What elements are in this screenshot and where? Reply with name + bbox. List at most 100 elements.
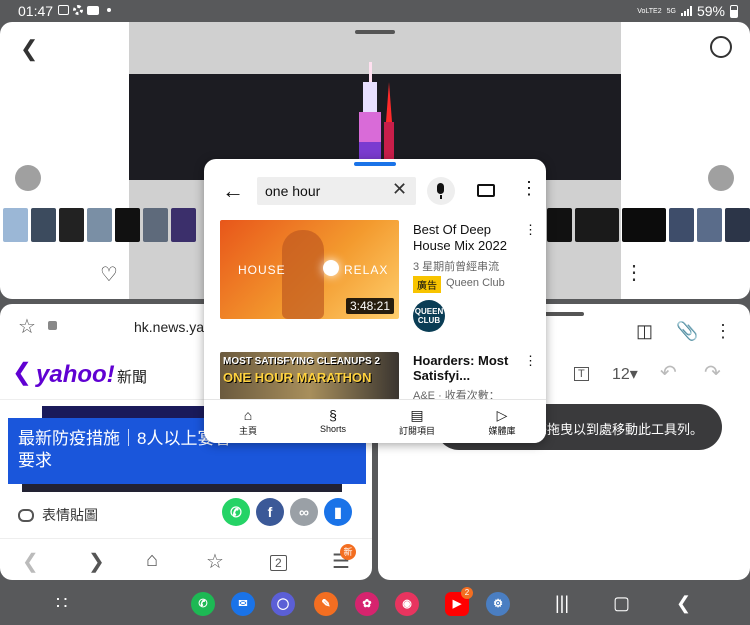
thumbnail-strip-left[interactable]: [3, 208, 196, 242]
lock-icon: [48, 321, 57, 330]
thumbnail-word: RELAX: [344, 263, 389, 277]
more-vertical-icon[interactable]: ⋮: [624, 260, 644, 285]
popup-drag-handle[interactable]: [354, 162, 396, 166]
thumbnail-strip-right[interactable]: [547, 208, 750, 242]
status-bar: 01:47 VoLTE2 5G 59%: [0, 0, 750, 22]
back-arrow-icon[interactable]: ←: [222, 178, 244, 204]
heart-icon[interactable]: ♡: [100, 262, 118, 287]
browser-app-icon[interactable]: ◯: [271, 592, 295, 616]
star-icon[interactable]: ☆: [18, 314, 36, 339]
search-box[interactable]: one hour ✕: [257, 177, 416, 205]
camera-app-icon[interactable]: ◉: [395, 592, 419, 616]
video-thumbnail[interactable]: HOUSE RELAX 3:48:21: [220, 220, 399, 319]
window-drag-handle[interactable]: [544, 312, 584, 316]
more-vertical-icon[interactable]: ⋮: [520, 178, 538, 199]
attach-icon[interactable]: 📎: [676, 321, 698, 342]
section-title: 新聞: [117, 369, 148, 386]
gallery-app-icon[interactable]: ✿: [355, 592, 379, 616]
clear-search-icon[interactable]: ✕: [392, 179, 407, 200]
nav-library-label: 媒體庫: [488, 426, 516, 436]
nav-home[interactable]: ⌂ 主頁: [208, 406, 288, 437]
forward-nav-icon[interactable]: ❯: [88, 549, 105, 574]
video-meta: 3 星期前曾經串流: [413, 261, 500, 273]
settings-app-icon[interactable]: ⚙: [486, 592, 510, 616]
bookmark-share-icon[interactable]: ▮: [324, 498, 352, 526]
messages-app-icon[interactable]: ✉: [231, 592, 255, 616]
phone-app-icon[interactable]: ✆: [191, 592, 215, 616]
home-nav-icon[interactable]: ⌂: [146, 549, 158, 572]
tooltip-text: 㥻拖曳以到處移動此工具列。: [534, 422, 704, 437]
book-icon[interactable]: ◫: [636, 321, 653, 342]
channel-name[interactable]: Queen Club: [446, 277, 505, 289]
network-label: 5G: [666, 7, 676, 15]
video-duration: 3:48:21: [345, 298, 394, 314]
video-title[interactable]: Best Of Deep House Mix 2022: [413, 222, 518, 254]
nav-library[interactable]: ▷ 媒體庫: [462, 406, 542, 437]
screen-icon[interactable]: [15, 165, 41, 191]
subscriptions-icon: ▤: [410, 407, 424, 423]
more-vertical-icon[interactable]: ⋮: [714, 321, 732, 342]
nav-home-label: 主頁: [238, 426, 257, 436]
volte-label: VoLTE2: [637, 7, 662, 15]
redo-icon[interactable]: ↷: [704, 360, 721, 385]
channel-avatar[interactable]: QUEEN CLUB: [413, 300, 445, 332]
ad-badge: 廣告: [413, 276, 441, 293]
reaction-row[interactable]: 表情貼圖: [18, 505, 98, 525]
thumbnail-figure: [282, 230, 324, 319]
nav-shorts-label: Shorts: [319, 424, 346, 434]
battery-icon: [730, 4, 738, 18]
headline-line1: 最新防疫措施｜8人以上宴會: [18, 429, 232, 448]
back-chevron-icon[interactable]: ❮: [12, 358, 32, 387]
bookmarks-nav-icon[interactable]: ☆: [206, 549, 224, 574]
home-button-icon[interactable]: ▢: [613, 593, 630, 614]
window-drag-handle[interactable]: [355, 30, 395, 34]
facebook-share-icon[interactable]: f: [256, 498, 284, 526]
thumbnail-word: MOST SATISFYING CLEANUPS 2: [223, 356, 381, 367]
comment-bubble-icon: [18, 508, 34, 522]
taskbar: ∷ ✆ ✉ ◯ ✎ ✿ ◉ ▶ 2 ⚙ ||| ▢ ❮: [0, 585, 750, 625]
back-arrow-icon[interactable]: ❮: [20, 36, 38, 62]
new-badge: 新: [340, 544, 356, 560]
mic-icon[interactable]: [427, 177, 455, 205]
whatsapp-share-icon[interactable]: ✆: [222, 498, 250, 526]
tabs-nav-icon[interactable]: 2: [270, 555, 287, 571]
nav-shorts[interactable]: § Shorts: [293, 406, 373, 434]
text-format-icon[interactable]: T: [574, 367, 589, 381]
font-size-select[interactable]: 12▾: [612, 364, 638, 384]
reaction-label: 表情貼圖: [42, 507, 98, 523]
nav-subscriptions[interactable]: ▤ 訂閱項目: [377, 406, 457, 437]
youtube-notification-icon: [87, 5, 99, 15]
video-title[interactable]: Hoarders: Most Satisfyi...: [413, 353, 513, 383]
video-thumbnail[interactable]: MOST SATISFYING CLEANUPS 2 ONE HOUR MARA…: [220, 352, 399, 400]
youtube-badge: 2: [461, 587, 473, 599]
link-share-icon[interactable]: ∞: [290, 498, 318, 526]
youtube-bottom-nav: ⌂ 主頁 § Shorts ▤ 訂閱項目 ▷ 媒體庫: [204, 399, 546, 443]
back-button-icon[interactable]: ❮: [676, 593, 691, 614]
battery-percent: 59%: [696, 3, 725, 19]
signal-icon: [680, 6, 692, 16]
video-more-icon[interactable]: ⋮: [524, 353, 537, 369]
home-icon: ⌂: [243, 407, 253, 423]
mute-icon[interactable]: [708, 165, 734, 191]
search-input[interactable]: one hour: [265, 183, 320, 199]
notes-app-icon[interactable]: ✎: [314, 592, 338, 616]
browser-bottom-nav: ❮ ❯ ⌂ ☆ 2 ☰: [0, 538, 372, 580]
recents-button-icon[interactable]: |||: [555, 593, 569, 614]
headline-line2: 要求: [18, 451, 52, 470]
cast-icon[interactable]: [477, 184, 495, 197]
video-more-icon[interactable]: ⋮: [524, 222, 537, 238]
library-icon: ▷: [496, 407, 508, 423]
app-drawer-icon[interactable]: ∷: [56, 593, 67, 614]
nav-subscriptions-label: 訂閱項目: [398, 426, 435, 436]
thumbnail-word: ONE HOUR MARATHON: [223, 370, 372, 385]
back-nav-icon[interactable]: ❮: [22, 549, 39, 574]
address-url[interactable]: hk.news.yal: [134, 319, 207, 335]
gallery-notification-icon: [58, 5, 69, 15]
undo-icon[interactable]: ↶: [660, 360, 677, 385]
youtube-popup-window: ← one hour ✕ ⋮ HOUSE RELAX 3:48:21 Best …: [204, 159, 546, 443]
yahoo-logo[interactable]: yahoo!: [36, 361, 115, 389]
rotate-icon[interactable]: [710, 36, 732, 58]
status-time: 01:47: [18, 3, 54, 19]
more-notifications-icon: [107, 8, 111, 12]
settings-notification-icon: [73, 5, 83, 15]
